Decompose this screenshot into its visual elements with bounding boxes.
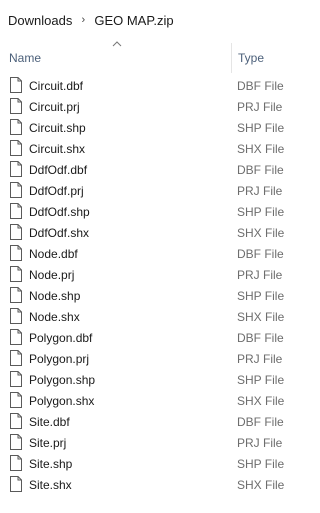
column-header-name[interactable]: Name bbox=[9, 51, 41, 65]
blank-file-icon bbox=[10, 308, 22, 324]
file-row[interactable]: Site.dbf DBF File bbox=[0, 411, 308, 432]
blank-file-icon bbox=[10, 266, 22, 282]
file-type: PRJ File bbox=[237, 100, 283, 114]
file-row[interactable]: Circuit.shp SHP File bbox=[0, 117, 308, 138]
breadcrumb-item-geo-map-zip[interactable]: GEO MAP.zip bbox=[91, 10, 176, 31]
file-row[interactable]: Node.dbf DBF File bbox=[0, 243, 308, 264]
blank-file-icon bbox=[10, 203, 22, 219]
file-name: Node.prj bbox=[29, 268, 75, 282]
file-row[interactable]: Circuit.shx SHX File bbox=[0, 138, 308, 159]
blank-file-icon bbox=[10, 287, 22, 303]
file-name: Polygon.dbf bbox=[29, 331, 93, 345]
file-type: PRJ File bbox=[237, 184, 283, 198]
file-name: Node.shp bbox=[29, 289, 81, 303]
file-type: PRJ File bbox=[237, 352, 283, 366]
file-type: DBF File bbox=[237, 79, 284, 93]
file-row[interactable]: Polygon.shp SHP File bbox=[0, 369, 308, 390]
file-row[interactable]: Node.shx SHX File bbox=[0, 306, 308, 327]
file-type: DBF File bbox=[237, 247, 284, 261]
blank-file-icon bbox=[10, 119, 22, 135]
file-name: Circuit.shx bbox=[29, 142, 86, 156]
file-name: Site.dbf bbox=[29, 415, 70, 429]
file-name: Site.shp bbox=[29, 457, 73, 471]
chevron-up-icon bbox=[112, 41, 122, 47]
file-row[interactable]: Site.shp SHP File bbox=[0, 453, 308, 474]
blank-file-icon bbox=[10, 350, 22, 366]
file-type: SHP File bbox=[237, 205, 285, 219]
file-type: SHP File bbox=[237, 289, 285, 303]
blank-file-icon bbox=[10, 224, 22, 240]
file-type: SHP File bbox=[237, 121, 285, 135]
file-type: SHX File bbox=[237, 142, 285, 156]
file-name: Polygon.prj bbox=[29, 352, 90, 366]
file-name: Circuit.prj bbox=[29, 100, 80, 114]
file-row[interactable]: Polygon.prj PRJ File bbox=[0, 348, 308, 369]
column-divider[interactable] bbox=[231, 43, 232, 73]
file-row[interactable]: Polygon.dbf DBF File bbox=[0, 327, 308, 348]
file-name: Polygon.shx bbox=[29, 394, 95, 408]
blank-file-icon bbox=[10, 98, 22, 114]
blank-file-icon bbox=[10, 161, 22, 177]
file-type: SHP File bbox=[237, 457, 285, 471]
file-name: Node.shx bbox=[29, 310, 80, 324]
blank-file-icon bbox=[10, 476, 22, 492]
file-type: SHX File bbox=[237, 394, 285, 408]
file-name: DdfOdf.shp bbox=[29, 205, 90, 219]
file-name: DdfOdf.prj bbox=[29, 184, 84, 198]
blank-file-icon bbox=[10, 182, 22, 198]
file-row[interactable]: DdfOdf.dbf DBF File bbox=[0, 159, 308, 180]
file-type: DBF File bbox=[237, 163, 284, 177]
file-row[interactable]: Site.prj PRJ File bbox=[0, 432, 308, 453]
file-row[interactable]: DdfOdf.shx SHX File bbox=[0, 222, 308, 243]
file-name: Site.shx bbox=[29, 478, 72, 492]
file-name: Site.prj bbox=[29, 436, 67, 450]
file-list: Circuit.dbf DBF File Circuit.prj PRJ File Ci… bbox=[0, 75, 308, 495]
column-header-type[interactable]: Type bbox=[238, 51, 264, 65]
file-type: SHX File bbox=[237, 226, 285, 240]
blank-file-icon bbox=[10, 329, 22, 345]
file-row[interactable]: Node.shp SHP File bbox=[0, 285, 308, 306]
breadcrumb: Downloads › GEO MAP.zip bbox=[0, 0, 308, 40]
file-type: DBF File bbox=[237, 331, 284, 345]
file-type: PRJ File bbox=[237, 436, 283, 450]
file-name: Circuit.dbf bbox=[29, 79, 84, 93]
file-type: DBF File bbox=[237, 415, 284, 429]
blank-file-icon bbox=[10, 392, 22, 408]
blank-file-icon bbox=[10, 434, 22, 450]
file-row[interactable]: Polygon.shx SHX File bbox=[0, 390, 308, 411]
file-row[interactable]: Circuit.prj PRJ File bbox=[0, 96, 308, 117]
file-name: Polygon.shp bbox=[29, 373, 96, 387]
blank-file-icon bbox=[10, 371, 22, 387]
file-type: PRJ File bbox=[237, 268, 283, 282]
blank-file-icon bbox=[10, 455, 22, 471]
file-row[interactable]: DdfOdf.shp SHP File bbox=[0, 201, 308, 222]
blank-file-icon bbox=[10, 413, 22, 429]
file-type: SHX File bbox=[237, 478, 285, 492]
blank-file-icon bbox=[10, 140, 22, 156]
file-name: Node.dbf bbox=[29, 247, 78, 261]
blank-file-icon bbox=[10, 77, 22, 93]
breadcrumb-separator-icon: › bbox=[81, 13, 86, 26]
blank-file-icon bbox=[10, 245, 22, 261]
column-header-row: Name Type bbox=[0, 40, 308, 74]
file-row[interactable]: DdfOdf.prj PRJ File bbox=[0, 180, 308, 201]
file-type: SHX File bbox=[237, 310, 285, 324]
file-name: Circuit.shp bbox=[29, 121, 86, 135]
breadcrumb-item-downloads[interactable]: Downloads bbox=[5, 10, 75, 31]
file-row[interactable]: Site.shx SHX File bbox=[0, 474, 308, 495]
file-row[interactable]: Circuit.dbf DBF File bbox=[0, 75, 308, 96]
file-row[interactable]: Node.prj PRJ File bbox=[0, 264, 308, 285]
file-type: SHP File bbox=[237, 373, 285, 387]
file-name: DdfOdf.dbf bbox=[29, 163, 88, 177]
file-name: DdfOdf.shx bbox=[29, 226, 90, 240]
